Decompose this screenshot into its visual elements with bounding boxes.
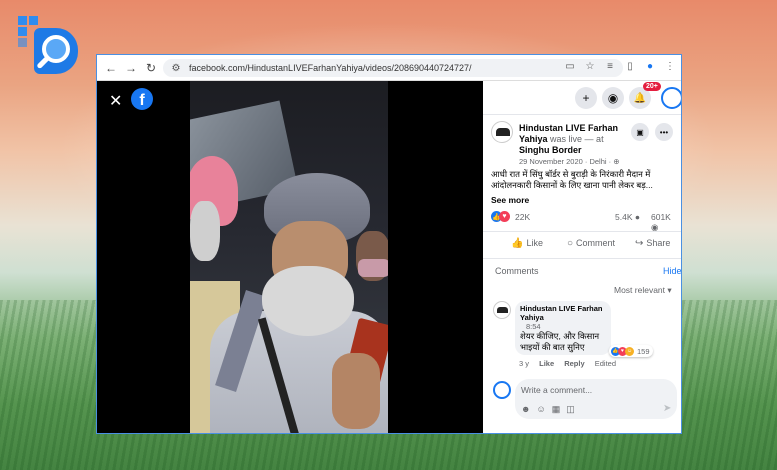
video-scene-hand bbox=[332, 353, 380, 429]
post-date-text: 29 November 2020 · Delhi · bbox=[519, 157, 612, 166]
comment-icon: ○ bbox=[567, 238, 574, 249]
video-scene-beard-left bbox=[190, 201, 220, 261]
write-comment-box[interactable]: Write a comment... ☻ ☺ ▦ ◫ ➤ bbox=[515, 379, 677, 419]
logo-dot bbox=[18, 38, 27, 47]
profile-avatar[interactable] bbox=[661, 87, 681, 109]
video-player[interactable]: ✕ f bbox=[97, 81, 483, 433]
view-count-text: 601K bbox=[651, 212, 671, 222]
browser-window: ← → ↻ ⚙ facebook.com/HindustanLIVEFarhan… bbox=[96, 54, 682, 434]
post-author-line: Hindustan LIVE Farhan Yahiya was live — … bbox=[519, 123, 629, 156]
write-comment-placeholder: Write a comment... bbox=[521, 385, 593, 395]
toolbar-icons: ▭ ☆ ≡ ▯ ● ⋮ bbox=[563, 59, 677, 73]
top-nav-icons: + ◉ 🔔 20+ bbox=[483, 81, 681, 115]
page-avatar[interactable] bbox=[491, 121, 513, 143]
share-icon: ↪ bbox=[635, 238, 644, 249]
cast-icon[interactable]: ▭ bbox=[563, 59, 577, 73]
comment-author-name[interactable]: Hindustan LIVE Farhan Yahiya bbox=[520, 304, 606, 322]
caret-down-icon: ▾ bbox=[667, 285, 672, 295]
comment-button[interactable]: ○ Comment bbox=[567, 238, 615, 249]
comment-meta: 3 y Like Reply Edited bbox=[519, 359, 616, 368]
comment-sort-label: Most relevant bbox=[614, 285, 666, 295]
comment-like-link[interactable]: Like bbox=[539, 359, 554, 368]
extension-icon[interactable]: ● bbox=[643, 59, 657, 73]
comment-count-text: 5.4K bbox=[615, 212, 633, 222]
emoji-icon[interactable]: ☺ bbox=[536, 404, 545, 415]
care-reaction-icon: ☺ bbox=[625, 346, 634, 356]
gif-icon[interactable]: ▦ bbox=[552, 404, 561, 415]
comment-age[interactable]: 3 y bbox=[519, 359, 529, 368]
address-bar: ← → ↻ ⚙ facebook.com/HindustanLIVEFarhan… bbox=[97, 55, 681, 81]
comment-count[interactable]: 5.4K ● bbox=[615, 212, 640, 222]
facebook-logo-icon[interactable]: f bbox=[131, 88, 153, 110]
comments-heading: Comments bbox=[495, 266, 539, 276]
post-side-panel: + ◉ 🔔 20+ Hindustan LIVE Farhan Yahiya w… bbox=[483, 81, 681, 433]
comment-timestamp-link[interactable]: 8:54 bbox=[526, 322, 606, 331]
love-reaction-icon: ♥ bbox=[499, 211, 510, 222]
reading-list-icon[interactable]: ≡ bbox=[603, 59, 617, 73]
was-live-text: was live — at bbox=[550, 134, 604, 144]
logo-dot bbox=[18, 16, 27, 25]
see-more-link[interactable]: See more bbox=[491, 195, 529, 205]
forward-icon[interactable]: → bbox=[121, 58, 141, 78]
browser-menu-icon[interactable]: ⋮ bbox=[663, 59, 677, 73]
reaction-count[interactable]: 22K bbox=[515, 212, 530, 222]
globe-icon: ⊕ bbox=[613, 157, 620, 166]
share-button[interactable]: ↪ Share bbox=[635, 238, 670, 249]
post-text: आधी रात में सिंघु बॉर्डर से बुराड़ी के न… bbox=[491, 169, 653, 190]
url-text: facebook.com/HindustanLIVEFarhanYahiya/v… bbox=[189, 63, 472, 73]
like-label: Like bbox=[526, 238, 543, 248]
more-options-icon[interactable]: ••• bbox=[655, 123, 673, 141]
comment-label: Comment bbox=[576, 238, 616, 248]
comment-reply-link[interactable]: Reply bbox=[564, 359, 584, 368]
messenger-icon[interactable]: ◉ bbox=[602, 87, 624, 109]
comment-reactions[interactable]: 👍 ♥ ☺ 159 bbox=[609, 345, 653, 357]
post-date[interactable]: 29 November 2020 · Delhi · ⊕ bbox=[519, 157, 620, 166]
comment-bubble: Hindustan LIVE Farhan Yahiya 8:54 शेयर क… bbox=[515, 301, 611, 355]
video-scene-mask bbox=[358, 259, 388, 277]
comment-author-avatar[interactable] bbox=[493, 301, 511, 319]
comment-bubble-icon: ● bbox=[634, 212, 641, 222]
sticker-icon[interactable]: ◫ bbox=[566, 404, 575, 415]
reaction-summary: 👍 ♥ 22K 5.4K ● 601K ◉ bbox=[491, 211, 677, 232]
comment-sort-dropdown[interactable]: Most relevant ▾ bbox=[614, 285, 672, 296]
comment-text: शेयर कीजिए, और किसान भाइयों की बात सुनिए bbox=[520, 331, 600, 352]
url-field[interactable]: ⚙ facebook.com/HindustanLIVEFarhanYahiya… bbox=[163, 59, 623, 77]
share-label: Share bbox=[646, 238, 671, 248]
site-logo bbox=[18, 16, 78, 78]
save-lock-icon[interactable]: ▣ bbox=[631, 123, 649, 141]
hide-comments-link[interactable]: Hide bbox=[663, 266, 681, 276]
send-icon[interactable]: ➤ bbox=[663, 403, 671, 414]
post-action-bar: 👍 Like ○ Comment ↪ Share bbox=[483, 231, 681, 259]
reload-icon[interactable]: ↻ bbox=[141, 58, 161, 78]
location-link[interactable]: Singhu Border bbox=[519, 145, 582, 155]
like-button[interactable]: 👍 Like bbox=[511, 238, 543, 249]
notification-badge: 20+ bbox=[643, 82, 661, 91]
side-panel-icon[interactable]: ▯ bbox=[623, 59, 637, 73]
current-user-avatar[interactable] bbox=[493, 381, 511, 399]
logo-dot bbox=[18, 27, 27, 36]
close-icon[interactable]: ✕ bbox=[109, 91, 122, 111]
comment-tools: ☻ ☺ ▦ ◫ bbox=[521, 404, 575, 415]
bookmark-star-icon[interactable]: ☆ bbox=[583, 59, 597, 73]
video-frame[interactable] bbox=[190, 81, 388, 433]
thumbs-up-icon: 👍 bbox=[511, 238, 524, 249]
logo-dot bbox=[29, 16, 38, 25]
video-scene-beard bbox=[262, 266, 354, 336]
back-icon[interactable]: ← bbox=[101, 58, 121, 78]
comment-edited-label: Edited bbox=[594, 359, 617, 368]
create-plus-icon[interactable]: + bbox=[575, 87, 597, 109]
view-count: 601K ◉ bbox=[651, 212, 677, 233]
comment-reaction-count: 159 bbox=[637, 346, 650, 356]
site-settings-icon[interactable]: ⚙ bbox=[169, 61, 183, 75]
avatar-sticker-icon[interactable]: ☻ bbox=[521, 404, 530, 415]
